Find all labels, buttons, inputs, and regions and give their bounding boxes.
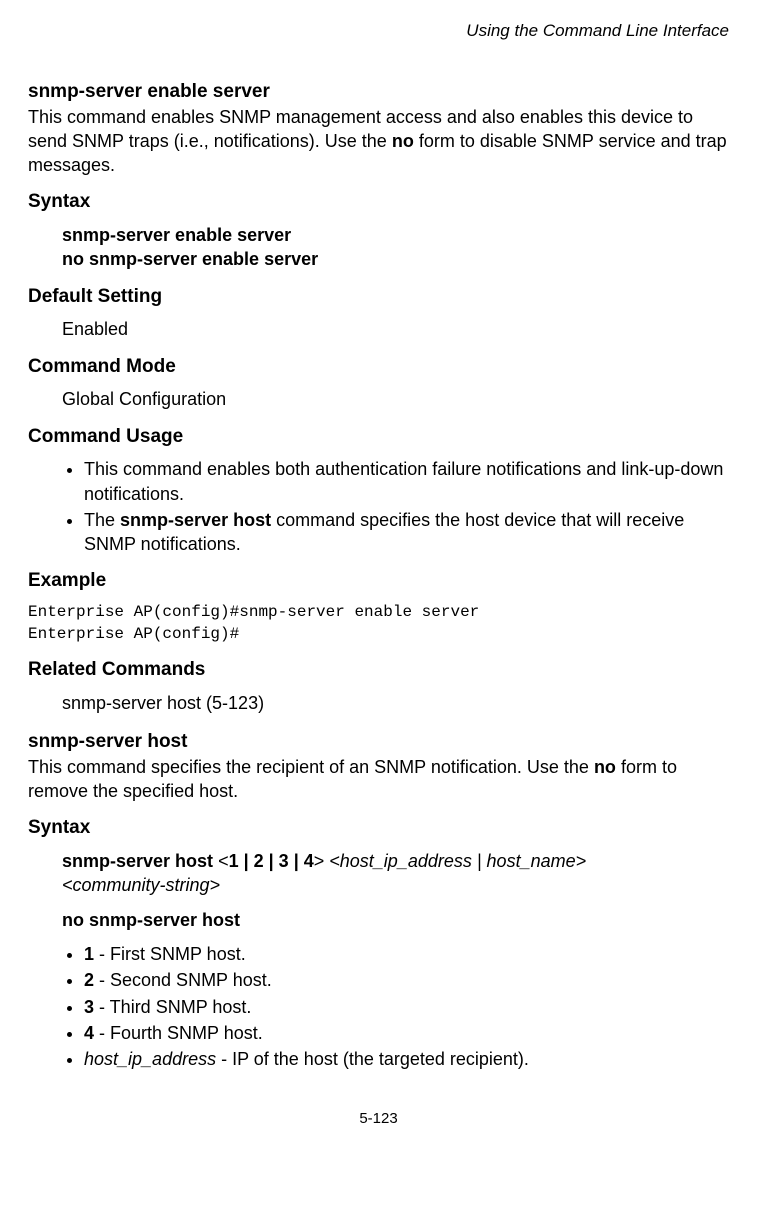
syntax-line: no snmp-server enable server [62, 247, 729, 271]
list-item: 3 - Third SNMP host. [84, 995, 729, 1019]
related-commands-heading: Related Commands [28, 657, 729, 683]
command-usage-heading: Command Usage [28, 424, 729, 450]
example-heading: Example [28, 568, 729, 594]
list-item: This command enables both authentication… [84, 457, 729, 506]
syntax-line: no snmp-server host [62, 908, 729, 932]
li-text: The [84, 510, 120, 530]
default-setting-heading: Default Setting [28, 284, 729, 310]
li-text: - IP of the host (the targeted recipient… [216, 1049, 529, 1069]
li-text: - Fourth SNMP host. [94, 1023, 263, 1043]
syntax-line: <community-string> [62, 873, 729, 897]
li-bold: snmp-server host [120, 510, 271, 530]
syntax-heading: Syntax [28, 189, 729, 215]
command-mode-value: Global Configuration [62, 387, 729, 411]
li-bold: 2 [84, 970, 94, 990]
desc-bold: no [594, 757, 616, 777]
syntax-bold: 1 | 2 | 3 | 4 [229, 851, 314, 871]
list-item: 2 - Second SNMP host. [84, 968, 729, 992]
list-item: host_ip_address - IP of the host (the ta… [84, 1047, 729, 1071]
command-mode-heading: Command Mode [28, 354, 729, 380]
command-description: This command enables SNMP management acc… [28, 105, 729, 178]
li-text: - Second SNMP host. [94, 970, 272, 990]
example-code: Enterprise AP(config)#snmp-server enable… [28, 602, 729, 645]
desc-text: This command specifies the recipient of … [28, 757, 594, 777]
running-title: Using the Command Line Interface [28, 20, 729, 43]
li-bold: 3 [84, 997, 94, 1017]
syntax-block: snmp-server enable server no snmp-server… [62, 223, 729, 272]
li-text: - Third SNMP host. [94, 997, 251, 1017]
command-title: snmp-server host [28, 729, 729, 755]
list-item: 4 - Fourth SNMP host. [84, 1021, 729, 1045]
li-bold: 4 [84, 1023, 94, 1043]
li-bold: 1 [84, 944, 94, 964]
desc-bold: no [392, 131, 414, 151]
syntax-italic: <community-string> [62, 875, 220, 895]
related-command-ref: snmp-server host (5-123) [62, 691, 729, 715]
list-item: 1 - First SNMP host. [84, 942, 729, 966]
li-italic: host_ip_address [84, 1049, 216, 1069]
syntax-text: > [314, 851, 330, 871]
syntax-heading: Syntax [28, 815, 729, 841]
command-title: snmp-server enable server [28, 79, 729, 105]
syntax-bold: snmp-server host [62, 851, 213, 871]
default-setting-value: Enabled [62, 317, 729, 341]
page-number: 5-123 [28, 1109, 729, 1129]
syntax-line: snmp-server enable server [62, 223, 729, 247]
param-list: 1 - First SNMP host. 2 - Second SNMP hos… [66, 942, 729, 1071]
command-description: This command specifies the recipient of … [28, 755, 729, 804]
li-text: - First SNMP host. [94, 944, 246, 964]
syntax-text: < [213, 851, 229, 871]
usage-list: This command enables both authentication… [66, 457, 729, 556]
syntax-block: snmp-server host <1 | 2 | 3 | 4> <host_i… [62, 849, 729, 932]
syntax-italic: <host_ip_address | host_name> [329, 851, 586, 871]
list-item: The snmp-server host command specifies t… [84, 508, 729, 557]
syntax-line: snmp-server host <1 | 2 | 3 | 4> <host_i… [62, 849, 729, 873]
